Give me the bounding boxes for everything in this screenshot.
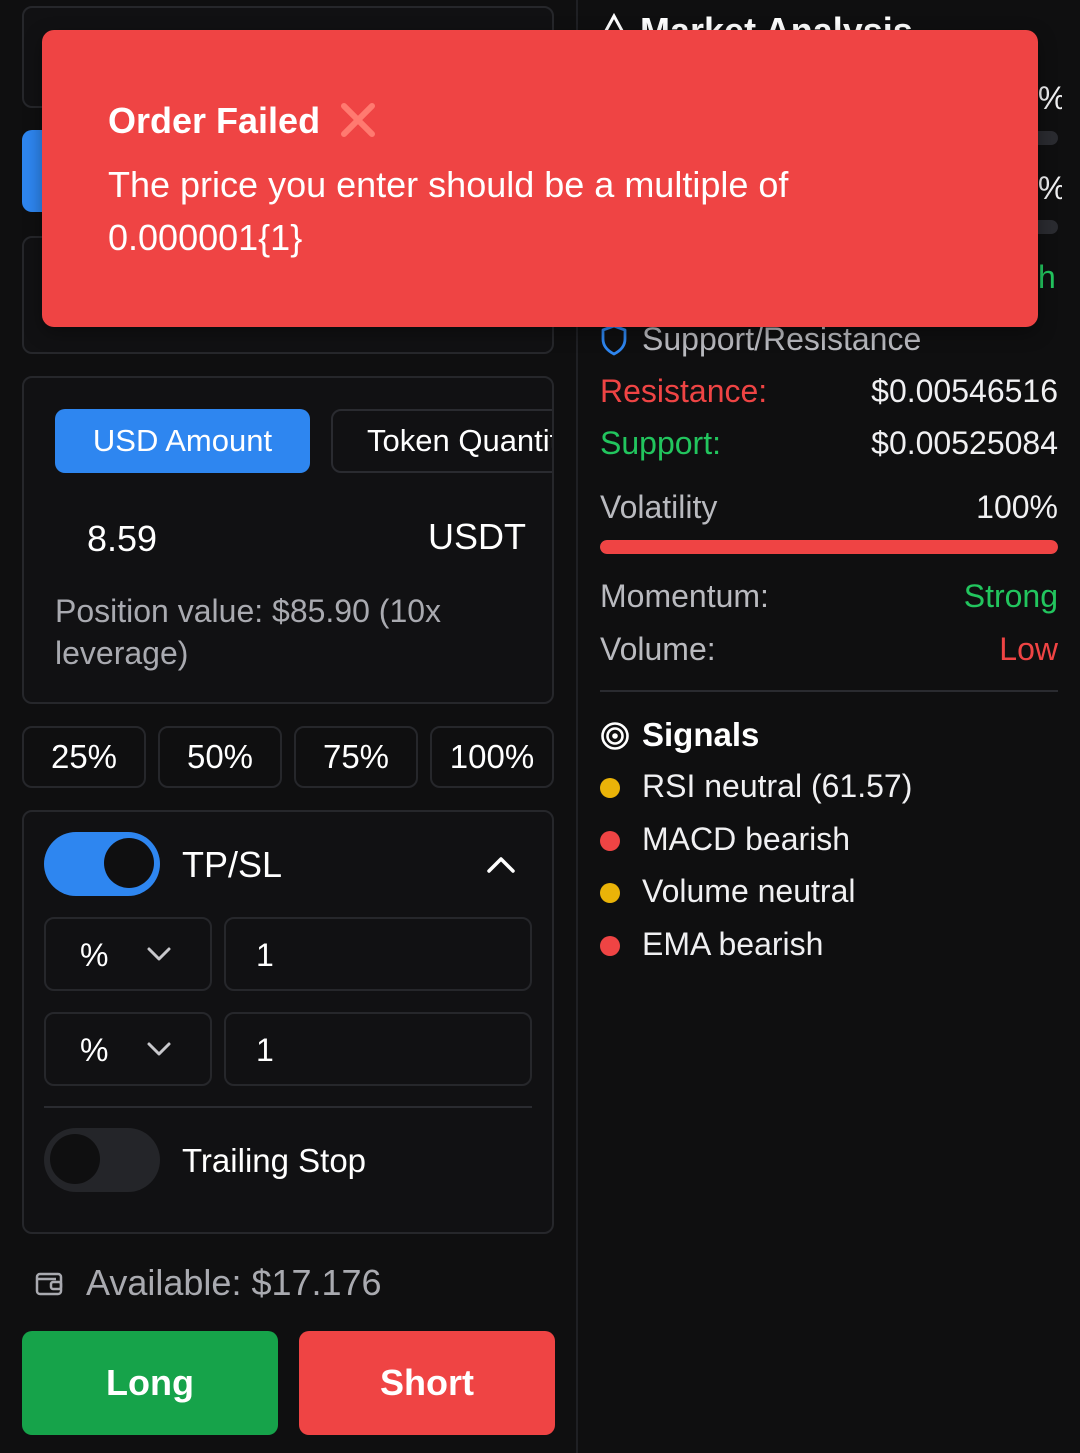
volatility-label: Volatility (600, 489, 718, 525)
shield-icon (601, 324, 627, 356)
signal-item: EMA bearish (642, 926, 824, 962)
momentum-value: Strong (963, 578, 1058, 614)
resistance-label: Resistance: (600, 373, 768, 409)
signal-item: Volume neutral (642, 873, 856, 909)
tpsl-toggle[interactable] (44, 832, 160, 896)
trailing-stop-label: Trailing Stop (182, 1142, 367, 1179)
signal-dot (600, 936, 620, 956)
percent-100-button[interactable]: 100% (430, 726, 554, 788)
cross-mark-icon (341, 103, 375, 137)
usd-amount-tab[interactable]: USD Amount (55, 409, 310, 473)
partial-bar (1038, 131, 1058, 145)
stop-loss-input[interactable]: 1 (224, 1012, 532, 1086)
amount-panel: USD Amount Token Quantity 8.59 USDT Posi… (22, 376, 554, 704)
support-value: $0.00525084 (871, 425, 1058, 461)
support-label: Support: (600, 425, 721, 461)
take-profit-mode-select[interactable]: % (44, 917, 212, 991)
section-divider (600, 690, 1058, 692)
amount-input[interactable]: 8.59 USDT (54, 498, 526, 578)
signal-dot (600, 831, 620, 851)
activity-icon (604, 12, 624, 30)
momentum-label: Momentum: (600, 578, 769, 614)
chevron-down-icon (147, 947, 171, 961)
token-quantity-tab[interactable]: Token Quantity (331, 409, 552, 473)
order-failed-toast[interactable]: Order Failed The price you enter should … (42, 30, 1038, 327)
signal-dot (600, 883, 620, 903)
signal-item: RSI neutral (61.57) (642, 768, 913, 804)
take-profit-value: 1 (256, 937, 274, 973)
volatility-bar-fill (600, 540, 1058, 554)
target-icon (601, 722, 629, 750)
volatility-bar-track (600, 540, 1058, 554)
tpsl-divider (44, 1106, 532, 1108)
toggle-knob (104, 838, 154, 888)
toast-message: The price you enter should be a multiple… (108, 164, 789, 258)
signal-item: MACD bearish (642, 821, 851, 857)
amount-unit: USDT (428, 516, 526, 557)
chevron-down-icon (147, 1042, 171, 1056)
market-analysis-title: Market Analysis (640, 10, 913, 30)
partial-value: h (1038, 259, 1056, 295)
wallet-icon (35, 1272, 63, 1296)
market-analysis-header: Market Analysis (600, 4, 1060, 30)
partial-value: % (1038, 170, 1062, 207)
volatility-value: 100% (976, 489, 1058, 525)
short-button[interactable]: Short (299, 1331, 555, 1435)
volume-value: Low (999, 631, 1058, 667)
percent-25-button[interactable]: 25% (22, 726, 146, 788)
volume-label: Volume: (600, 631, 716, 667)
take-profit-input[interactable]: 1 (224, 917, 532, 991)
percent-50-button[interactable]: 50% (158, 726, 282, 788)
stop-loss-mode: % (80, 1032, 109, 1068)
toast-title: Order Failed (108, 100, 321, 141)
trailing-stop-toggle[interactable] (44, 1128, 160, 1192)
take-profit-mode: % (80, 937, 109, 973)
resistance-value: $0.00546516 (871, 373, 1058, 409)
amount-value: 8.59 (87, 518, 158, 559)
position-value-text: Position value: $85.90 (10x leverage) (55, 593, 442, 671)
chevron-up-icon[interactable] (486, 854, 516, 874)
available-balance: Available: $17.176 (86, 1262, 382, 1303)
long-button[interactable]: Long (22, 1331, 278, 1435)
partial-value: % (1038, 80, 1062, 117)
tpsl-panel: TP/SL % 1 % 1 Trailing Stop (22, 810, 554, 1234)
stop-loss-mode-select[interactable]: % (44, 1012, 212, 1086)
tpsl-label: TP/SL (182, 844, 283, 885)
signal-dot (600, 778, 620, 798)
percent-75-button[interactable]: 75% (294, 726, 418, 788)
toggle-knob (50, 1134, 100, 1184)
signals-title: Signals (642, 716, 760, 753)
partial-bar (1038, 220, 1058, 234)
stop-loss-value: 1 (256, 1032, 274, 1068)
